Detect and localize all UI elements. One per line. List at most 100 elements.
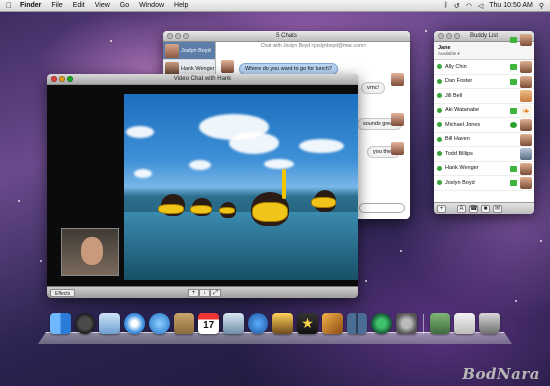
buddy-name: Hank Wenger	[445, 165, 479, 172]
address-book-icon[interactable]	[173, 313, 195, 334]
mute-button[interactable]: ↓	[199, 289, 210, 297]
time-machine-icon[interactable]	[371, 313, 393, 334]
garageband-icon[interactable]	[321, 313, 343, 334]
phone-icon[interactable]	[510, 122, 517, 128]
close-button[interactable]	[438, 33, 444, 39]
time-machine-menu-icon[interactable]: ↺	[454, 2, 460, 10]
avatar	[391, 73, 404, 86]
avatar[interactable]	[520, 34, 532, 46]
avatar	[520, 61, 532, 73]
minimize-button[interactable]	[59, 76, 65, 82]
chat-tab-label: Joslyn Boyd	[181, 47, 211, 54]
video-camera-icon[interactable]	[510, 107, 517, 114]
buddy-row[interactable]: Hank Wenger	[434, 162, 534, 176]
menu-file[interactable]: File	[46, 2, 67, 9]
video-camera-icon[interactable]	[510, 64, 517, 70]
finder-icon[interactable]	[50, 313, 71, 334]
ichat-icon[interactable]	[148, 313, 170, 334]
mail-icon[interactable]	[99, 313, 121, 334]
avatar	[391, 142, 404, 155]
spotlight-icon[interactable]: ⚲	[539, 2, 544, 10]
close-button[interactable]	[51, 76, 57, 82]
menu-window[interactable]: Window	[134, 2, 169, 9]
buddy-list-window: Buddy List Jane Available ▾ Ally Chin Da…	[434, 31, 534, 214]
avatar	[520, 162, 532, 175]
minimize-button[interactable]	[446, 33, 452, 39]
system-preferences-icon[interactable]	[396, 313, 417, 334]
buddy-row[interactable]: Bill Haven	[434, 133, 534, 147]
buddy-name: Ally Chin	[445, 63, 467, 70]
watermark: BodNara	[462, 365, 540, 383]
text-chat-button[interactable]: A	[457, 204, 466, 213]
add-buddy-button[interactable]: +	[437, 204, 446, 213]
video-chat-window: Video Chat with Hank Effects + ↓ ⤢	[47, 74, 358, 298]
close-button[interactable]	[167, 33, 173, 39]
wifi-icon[interactable]: ◠	[466, 2, 472, 10]
chat-input-field[interactable]	[359, 203, 405, 213]
avatar	[520, 75, 532, 88]
buddy-row[interactable]: Michael Jones	[434, 118, 534, 133]
buddy-row[interactable]: Todd Billips	[434, 147, 534, 162]
buddy-name: Aki Watanabe	[445, 107, 480, 114]
avatar	[520, 148, 532, 160]
buddy-name: Dan Foster	[445, 78, 473, 85]
buddy-row[interactable]: Dan Foster	[434, 75, 534, 89]
buddy-titlebar[interactable]: Buddy List	[434, 31, 534, 42]
video-camera-icon[interactable]	[510, 165, 517, 172]
chat-tab-joslyn-boyd[interactable]: Joslyn Boyd	[163, 42, 215, 60]
zoom-button[interactable]	[183, 33, 189, 39]
video-chat-button[interactable]: ■	[481, 204, 490, 213]
add-participant-button[interactable]: +	[188, 289, 199, 297]
bluetooth-icon[interactable]: ᛒ	[444, 2, 448, 9]
available-icon	[437, 64, 442, 70]
avatar	[165, 43, 179, 58]
trash-icon[interactable]	[479, 313, 500, 334]
fullscreen-button[interactable]: ⤢	[210, 289, 221, 297]
available-icon	[437, 78, 442, 84]
menu-app-name[interactable]: Finder	[18, 2, 46, 9]
apple-menu-icon[interactable]: 	[0, 1, 18, 10]
chats-titlebar[interactable]: 5 Chats	[163, 31, 410, 42]
my-status-row[interactable]: Jane Available ▾	[434, 34, 534, 60]
iphoto-icon[interactable]	[223, 313, 244, 334]
buddy-name: Todd Billips	[445, 150, 473, 157]
clock[interactable]: Thu 10:50 AM	[489, 2, 533, 9]
imovie-icon[interactable]	[272, 313, 294, 334]
chats-window-title: 5 Chats	[276, 33, 297, 39]
safari-icon[interactable]	[124, 313, 145, 334]
zoom-button[interactable]	[454, 33, 460, 39]
menu-help[interactable]: Help	[169, 2, 193, 9]
self-view-pip[interactable]	[61, 228, 119, 276]
menu-edit[interactable]: Edit	[68, 2, 90, 9]
documents-stack-icon[interactable]	[454, 313, 476, 334]
buddy-row[interactable]: Jill Bell	[434, 89, 534, 104]
audio-chat-button[interactable]: ☎	[469, 204, 478, 213]
available-icon	[437, 165, 442, 171]
video-camera-icon[interactable]	[510, 180, 517, 186]
send-file-button[interactable]: ✉	[493, 204, 502, 213]
spaces-icon[interactable]	[346, 313, 368, 334]
buddy-row[interactable]: Aki Watanabe ❧	[434, 104, 534, 118]
zoom-button[interactable]	[67, 76, 73, 82]
photo-booth-icon[interactable]: ★	[297, 313, 318, 334]
downloads-stack-icon[interactable]	[429, 313, 451, 334]
chat-message: vrnc!	[361, 82, 385, 94]
buddy-row[interactable]: Joslyn Boyd	[434, 176, 534, 191]
video-feed	[124, 94, 358, 280]
menu-go[interactable]: Go	[115, 2, 134, 9]
buddy-row[interactable]: Ally Chin	[434, 60, 534, 75]
buddy-list-title: Buddy List	[469, 33, 499, 39]
itunes-icon[interactable]	[247, 313, 269, 334]
video-titlebar[interactable]: Video Chat with Hank	[47, 74, 358, 85]
chat-tab-label: Hank Wenger	[181, 65, 215, 72]
volume-icon[interactable]: ◁	[478, 2, 483, 10]
video-camera-icon[interactable]	[510, 78, 517, 85]
effects-button[interactable]: Effects	[50, 289, 76, 297]
minimize-button[interactable]	[175, 33, 181, 39]
ical-icon[interactable]: 17	[198, 313, 220, 334]
status-menu[interactable]: Available ▾	[438, 51, 460, 57]
dashboard-icon[interactable]	[74, 313, 96, 334]
avatar	[520, 119, 532, 131]
menu-view[interactable]: View	[90, 2, 115, 9]
avatar	[520, 90, 532, 102]
